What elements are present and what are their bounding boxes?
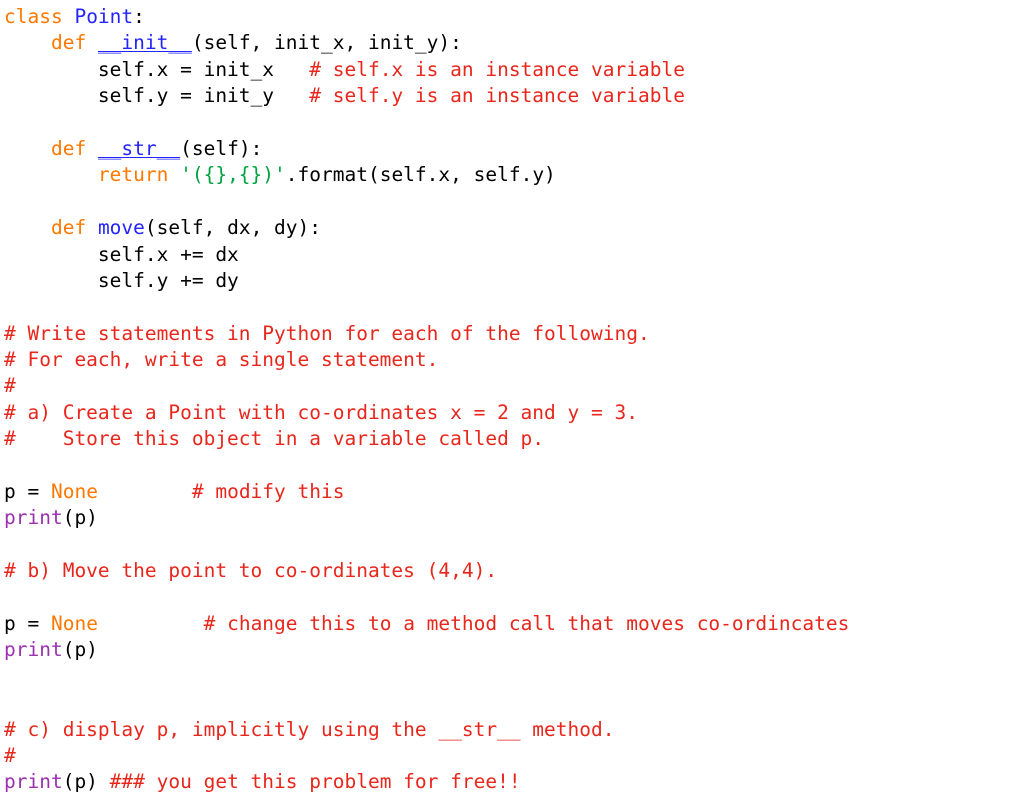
code-token-keyword: def: [50, 31, 98, 55]
code-line[interactable]: #: [4, 743, 1024, 769]
code-line[interactable]: self.y += dy: [4, 268, 1024, 294]
code-token-default: p =: [4, 611, 51, 635]
code-token-keyword: return: [97, 163, 181, 187]
code-editor-surface[interactable]: class Point: def __init__(self, init_x, …: [0, 0, 1024, 807]
code-token-default: (self, init_x, init_y):: [191, 31, 462, 55]
code-line[interactable]: def move(self, dx, dy):: [4, 215, 1024, 241]
code-token-comment: # self.y is an instance variable: [309, 84, 685, 108]
code-token-comment: # b) Move the point to co-ordinates (4,4…: [4, 559, 498, 583]
code-token-comment: # modify this: [191, 480, 345, 504]
code-token-comment: #: [4, 374, 16, 398]
code-token-default: (p): [62, 506, 98, 530]
code-token-default: .format(self.x, self.y): [285, 163, 556, 187]
code-line[interactable]: # a) Create a Point with co-ordinates x …: [4, 400, 1024, 426]
code-token-default: (self):: [180, 136, 263, 160]
code-line[interactable]: # c) display p, implicitly using the __s…: [4, 717, 1024, 743]
code-line[interactable]: # b) Move the point to co-ordinates (4,4…: [4, 558, 1024, 584]
code-token-classname: Point: [74, 5, 134, 28]
code-token-defname: move: [97, 216, 145, 240]
code-token-comment: # a) Create a Point with co-ordinates x …: [4, 400, 638, 424]
code-line[interactable]: print(p) ### you get this problem for fr…: [4, 769, 1024, 795]
code-token-keyword: def: [50, 136, 98, 160]
code-token-comment: # c) display p, implicitly using the __s…: [4, 717, 615, 741]
code-line-blank[interactable]: [4, 664, 1024, 690]
code-line-blank[interactable]: [4, 585, 1024, 611]
code-token-default: self.x += dx: [4, 242, 239, 266]
code-line[interactable]: p = None # change this to a method call …: [4, 611, 1024, 637]
code-token-comment: ### you get this problem for free!!: [109, 770, 521, 794]
code-line[interactable]: print(p): [4, 637, 1024, 663]
code-token-default: [98, 612, 204, 635]
code-token-default: [4, 216, 51, 239]
code-line[interactable]: print(p): [4, 505, 1024, 531]
code-token-defname-dunder: __init__: [97, 31, 192, 55]
code-line-blank[interactable]: [4, 189, 1024, 215]
code-line[interactable]: # Store this object in a variable called…: [4, 426, 1024, 452]
code-line-blank[interactable]: [4, 532, 1024, 558]
code-token-keyword: None: [50, 611, 98, 635]
code-token-default: [98, 480, 192, 503]
code-line[interactable]: self.x += dx: [4, 242, 1024, 268]
code-token-default: self.x = init_x: [4, 57, 310, 81]
code-token-default: [4, 31, 51, 54]
code-line[interactable]: def __str__(self):: [4, 136, 1024, 162]
code-token-builtin: print: [4, 506, 63, 530]
code-token-default: (self, dx, dy):: [144, 216, 322, 240]
code-lines-container[interactable]: class Point: def __init__(self, init_x, …: [4, 4, 1024, 796]
code-token-keyword: None: [50, 480, 98, 504]
code-line-blank[interactable]: [4, 294, 1024, 320]
code-line[interactable]: def __init__(self, init_x, init_y):: [4, 30, 1024, 56]
code-line[interactable]: #: [4, 373, 1024, 399]
code-token-comment: #: [4, 743, 16, 767]
code-token-default: p =: [4, 480, 51, 504]
code-line[interactable]: self.x = init_x # self.x is an instance …: [4, 57, 1024, 83]
code-token-default: [4, 137, 51, 160]
code-token-default: [4, 163, 98, 186]
code-line[interactable]: # For each, write a single statement.: [4, 347, 1024, 373]
code-token-builtin: print: [4, 770, 63, 794]
code-line[interactable]: # Write statements in Python for each of…: [4, 321, 1024, 347]
code-token-comment: # change this to a method call that move…: [203, 611, 850, 635]
code-token-default: (p): [62, 638, 98, 662]
code-token-keyword: class: [4, 5, 75, 28]
code-token-comment: # Store this object in a variable called…: [4, 427, 545, 451]
code-token-string: '({},{})': [180, 163, 286, 187]
code-token-default: (p): [62, 770, 110, 794]
code-token-default: :: [133, 5, 145, 28]
code-token-comment: # For each, write a single statement.: [4, 348, 439, 372]
code-token-default: self.y += dy: [4, 268, 239, 292]
code-line-blank[interactable]: [4, 110, 1024, 136]
code-line[interactable]: class Point:: [4, 4, 1024, 30]
code-token-comment: # Write statements in Python for each of…: [4, 321, 650, 345]
code-line[interactable]: return '({},{})'.format(self.x, self.y): [4, 162, 1024, 188]
code-token-comment: # self.x is an instance variable: [309, 57, 685, 81]
code-token-default: self.y = init_y: [4, 84, 310, 108]
code-token-keyword: def: [50, 216, 98, 240]
code-line[interactable]: p = None # modify this: [4, 479, 1024, 505]
code-token-defname-dunder: __str__: [97, 136, 181, 160]
code-line-blank[interactable]: [4, 690, 1024, 716]
code-line-blank[interactable]: [4, 453, 1024, 479]
code-token-builtin: print: [4, 638, 63, 662]
code-line[interactable]: self.y = init_y # self.y is an instance …: [4, 83, 1024, 109]
